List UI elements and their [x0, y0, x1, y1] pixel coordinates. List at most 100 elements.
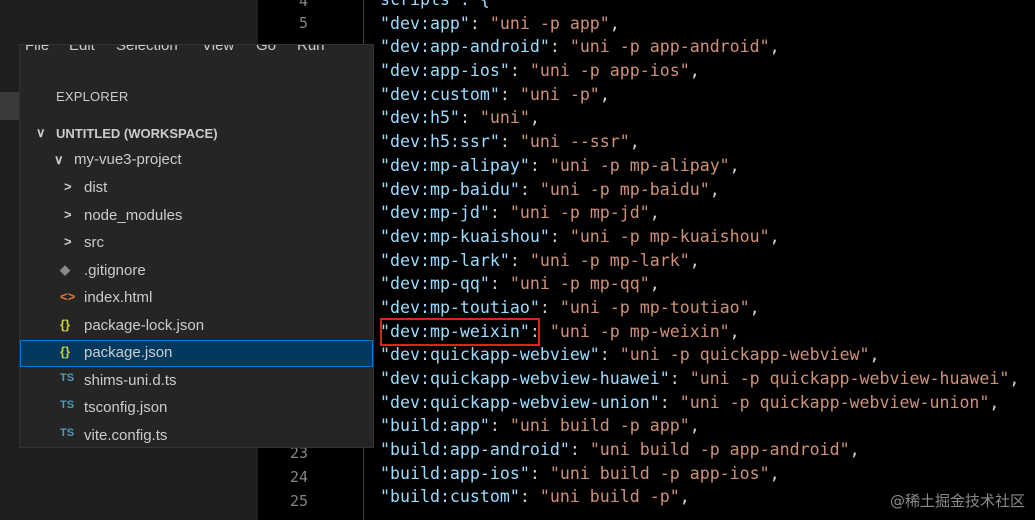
file-item[interactable]: TS tsconfig.json: [20, 395, 373, 422]
item-label: .gitignore: [84, 261, 146, 279]
file-item[interactable]: TS vite.config.ts: [20, 423, 373, 448]
json-key: "dev:app": [380, 13, 470, 33]
code-line: "dev:mp-lark": "uni -p mp-lark",: [380, 250, 700, 270]
folder-item[interactable]: > src: [20, 230, 373, 257]
json-key: "dev:mp-toutiao": [380, 297, 540, 317]
json-value: "uni -p app-ios": [529, 61, 690, 81]
item-label: tsconfig.json: [84, 399, 168, 416]
json-value: "uni -p app-android": [569, 37, 770, 57]
item-label: src: [84, 234, 104, 251]
code-line: "dev:app-ios": "uni -p app-ios",: [380, 61, 700, 81]
code-line: "dev:custom": "uni -p",: [380, 84, 610, 104]
json-key: "build:custom": [380, 487, 520, 507]
menu-bar: File Edit Selection View Go Run: [20, 45, 373, 61]
json-value: "uni -p mp-lark": [529, 250, 690, 270]
json-key: "build:app": [380, 416, 490, 436]
code-line: "dev:app-android": "uni -p app-android",: [380, 37, 780, 57]
code-line: "dev:mp-toutiao": "uni -p mp-toutiao",: [380, 297, 760, 317]
json-key: "dev:quickapp-webview-huawei": [380, 369, 670, 388]
chevron-down-icon: ∨: [54, 152, 64, 167]
json-value: "uni -p mp-toutiao": [559, 297, 750, 317]
folder-item[interactable]: > dist: [20, 175, 373, 202]
json-value: "uni -p": [519, 84, 600, 104]
folder-item[interactable]: > node_modules: [20, 203, 373, 230]
line-number: 5: [298, 14, 308, 32]
code-line: "dev:app": "uni -p app",: [380, 13, 620, 33]
json-key: "dev:quickapp-webview-union": [380, 392, 660, 412]
menu-view[interactable]: View: [202, 45, 234, 54]
typescript-icon: TS: [60, 399, 75, 411]
code-line: "build:app": "uni build -p app",: [380, 416, 700, 436]
json-value: "uni": [479, 108, 530, 128]
json-value: "uni -p mp-qq": [509, 274, 650, 294]
chevron-down-icon: ∨: [36, 125, 46, 140]
code-line: "dev:mp-jd": "uni -p mp-jd",: [380, 203, 660, 223]
project-label: my-vue3-project: [74, 151, 182, 168]
json-key: "dev:mp-alipay": [380, 155, 530, 175]
side-strip: [0, 92, 22, 120]
json-key: "dev:mp-qq": [380, 274, 490, 294]
item-label: node_modules: [84, 206, 183, 224]
typescript-icon: TS: [60, 426, 75, 439]
json-value: "uni -p mp-jd": [509, 203, 650, 223]
json-value: "uni build -p app": [509, 416, 690, 436]
json-key: "build:app-ios": [380, 463, 530, 483]
json-value: "uni build -p app-ios": [549, 463, 770, 483]
json-value: "uni -p app": [489, 13, 610, 33]
code-line: "dev:quickapp-webview-huawei": "uni -p q…: [380, 369, 1020, 388]
code-line: "dev:mp-qq": "uni -p mp-qq",: [380, 274, 660, 294]
file-item[interactable]: TS shims-uni.d.ts: [20, 368, 373, 395]
json-value: "uni -p mp-baidu": [539, 179, 710, 199]
json-key: "dev:custom": [380, 84, 500, 104]
code-line: "dev:mp-kuaishou": "uni -p mp-kuaishou",: [380, 226, 780, 246]
menu-go[interactable]: Go: [256, 45, 276, 54]
item-label: index.html: [84, 289, 153, 306]
code-line: "build:app-android": "uni build -p app-a…: [380, 440, 860, 460]
folder-project[interactable]: ∨ my-vue3-project: [20, 147, 373, 174]
json-value: "uni -p mp-weixin": [549, 321, 730, 341]
code-line: "dev:h5": "uni",: [380, 108, 540, 128]
highlight-box: [380, 318, 540, 346]
menu-selection[interactable]: Selection: [116, 45, 178, 54]
file-item[interactable]: <> index.html: [20, 285, 373, 312]
item-label: package-lock.json: [84, 316, 205, 334]
code-line: "build:app-ios": "uni build -p app-ios",: [380, 463, 780, 483]
json-key: "dev:mp-baidu": [380, 179, 520, 199]
watermark: @稀土掘金技术社区: [889, 492, 1025, 510]
chevron-right-icon: >: [64, 179, 72, 194]
json-value: "uni build -p app-android": [589, 440, 850, 460]
json-key: "dev:h5:ssr": [380, 132, 500, 152]
menu-edit[interactable]: Edit: [69, 45, 95, 54]
chevron-right-icon: >: [64, 206, 72, 222]
code-line: "dev:mp-alipay": "uni -p mp-alipay",: [380, 155, 740, 175]
line-number: 25: [289, 492, 308, 510]
json-value: "uni -p mp-alipay": [549, 155, 730, 175]
code-lines[interactable]: "dev:app": "uni -p app", "dev:app-android…: [380, 0, 1019, 509]
html-icon: <>: [60, 289, 76, 304]
json-icon: {}: [60, 316, 71, 332]
line-number: 24: [289, 468, 308, 486]
item-label: vite.config.ts: [84, 426, 168, 444]
file-item[interactable]: {} package.json: [20, 340, 373, 367]
json-key: "build:app-android": [380, 440, 570, 460]
menu-file[interactable]: File: [25, 45, 49, 54]
json-key: "dev:quickapp-webview": [380, 345, 600, 365]
file-item[interactable]: {} package-lock.json: [20, 313, 373, 340]
json-value: "uni --ssr": [519, 132, 630, 152]
json-value: "uni -p quickapp-webview-union": [679, 392, 990, 412]
json-value: "uni -p quickapp-webview": [619, 345, 870, 365]
file-item[interactable]: ◆ .gitignore: [20, 258, 373, 285]
json-key: "dev:app-ios": [380, 61, 510, 81]
json-key: "dev:mp-lark": [380, 250, 510, 270]
explorer-title: EXPLORER: [56, 89, 129, 104]
workspace-header[interactable]: ∨ UNTITLED (WORKSPACE): [20, 120, 373, 147]
json-value: "uni build -p": [539, 487, 680, 507]
menu-run[interactable]: Run: [297, 45, 325, 54]
json-key: "dev:mp-jd": [380, 203, 490, 223]
chevron-right-icon: >: [64, 234, 72, 249]
typescript-icon: TS: [60, 371, 75, 384]
json-icon: {}: [60, 344, 71, 359]
code-line: "dev:mp-baidu": "uni -p mp-baidu",: [380, 179, 720, 199]
json-key: "dev:mp-kuaishou": [380, 226, 550, 246]
workspace-label: UNTITLED (WORKSPACE): [56, 126, 218, 141]
